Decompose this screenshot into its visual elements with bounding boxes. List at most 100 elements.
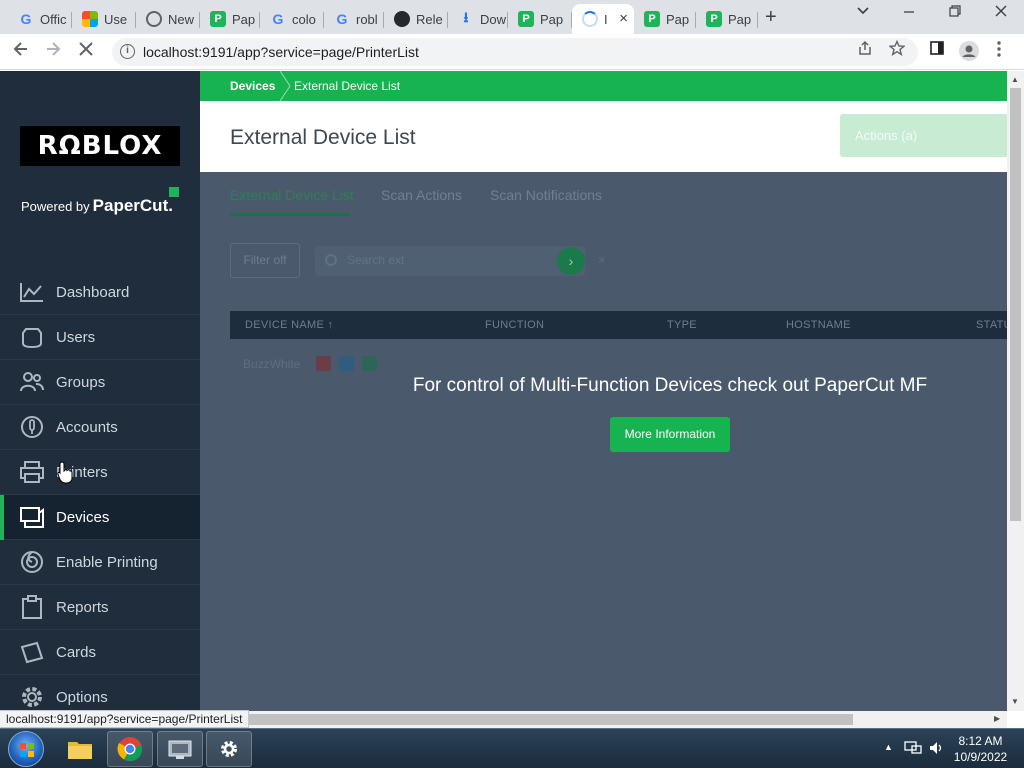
browser-tab-label: Dow — [480, 11, 507, 27]
browser-tab-label: Use — [104, 11, 128, 27]
forward-button[interactable] — [44, 40, 62, 64]
papercut-icon: P — [644, 11, 660, 27]
scroll-up-icon[interactable]: ▲ — [1011, 75, 1019, 84]
browser-tab[interactable]: Gcolo — [260, 4, 324, 34]
browser-tab[interactable]: P Pap — [508, 4, 572, 34]
back-button[interactable] — [12, 40, 30, 64]
browser-tab[interactable]: Rele — [384, 4, 448, 34]
powered-by-label: Powered by — [21, 199, 90, 214]
chrome-taskbar-icon[interactable] — [107, 731, 153, 767]
address-bar[interactable]: i localhost:9191/app?service=page/Printe… — [112, 38, 918, 66]
group-icon — [18, 368, 46, 396]
search-icon — [325, 254, 337, 266]
github-icon — [394, 11, 410, 27]
sidebar-item-label: Enable Printing — [56, 553, 158, 571]
close-tab-icon[interactable]: × — [619, 10, 628, 27]
browser-tab[interactable]: ⭳ Dow — [448, 4, 508, 34]
column-function[interactable]: FUNCTION — [485, 319, 544, 331]
sidebar: RΩBLOX Powered by PaperCut. Dashboard User… — [0, 71, 200, 711]
sidebar-item-cards[interactable]: Cards — [0, 630, 200, 675]
device-name-cell[interactable]: BuzzWhite — [243, 357, 300, 371]
document-icon — [339, 356, 354, 371]
close-window-button[interactable] — [994, 4, 1008, 23]
page-header: External Device List Actions (a) — [200, 101, 1007, 172]
system-clock[interactable]: 8:12 AM 10/9/2022 — [948, 733, 1013, 765]
chrome-menu-icon[interactable] — [996, 40, 1002, 64]
browser-tab-label: Pap — [666, 11, 690, 27]
volume-icon[interactable] — [928, 740, 944, 759]
file-explorer-icon[interactable] — [57, 731, 103, 767]
more-information-button[interactable]: More Information — [610, 417, 730, 452]
browser-tab[interactable]: P Pap — [634, 4, 696, 34]
browser-tab-label: New — [168, 11, 195, 27]
browser-tab[interactable]: New — [136, 4, 200, 34]
sidebar-item-groups[interactable]: Groups — [0, 360, 200, 405]
powered-by-papercut: Powered by PaperCut. — [21, 196, 173, 216]
sidebar-item-options[interactable]: Options — [0, 675, 200, 711]
chart-line-icon — [18, 278, 46, 306]
breadcrumb-separator-icon — [279, 71, 291, 101]
sidebar-item-reports[interactable]: Reports — [0, 585, 200, 630]
vertical-scroll-thumb[interactable] — [1010, 88, 1021, 521]
loading-icon — [582, 11, 598, 27]
sidebar-item-accounts[interactable]: Accounts — [0, 405, 200, 450]
upgrade-promo-text: For control of Multi-Function Devices ch… — [412, 375, 928, 396]
stop-loading-button[interactable] — [77, 40, 95, 64]
browser-tab-label: Pap — [728, 11, 752, 27]
sidebar-item-users[interactable]: Users — [0, 315, 200, 360]
sidebar-item-label: Dashboard — [56, 283, 130, 301]
share-icon[interactable] — [857, 40, 873, 62]
show-hidden-icons[interactable]: ▲ — [884, 742, 893, 752]
device-icon — [18, 503, 46, 531]
browser-tab-label: Rele — [416, 11, 443, 27]
actions-button[interactable]: Actions (a) — [840, 114, 1007, 157]
user-icon — [18, 323, 46, 351]
mouse-pointer-icon — [57, 461, 73, 484]
sidebar-item-label: Reports — [56, 598, 109, 616]
bookmark-star-icon[interactable] — [888, 39, 906, 62]
site-info-icon[interactable]: i — [120, 44, 135, 59]
network-icon[interactable] — [904, 740, 922, 759]
sidebar-item-printers[interactable]: Printers — [0, 450, 200, 495]
papercut-taskbar-icon[interactable] — [157, 731, 203, 767]
search-input[interactable] — [347, 253, 547, 267]
profile-avatar[interactable] — [958, 40, 980, 68]
sidebar-item-devices[interactable]: Devices — [0, 495, 200, 540]
filter-toggle-button[interactable]: Filter off — [230, 243, 300, 278]
browser-tab[interactable]: Grobl — [324, 4, 384, 34]
column-type[interactable]: TYPE — [667, 319, 697, 331]
breadcrumb-devices-link[interactable]: Devices — [230, 79, 275, 93]
sidebar-item-dashboard[interactable]: Dashboard — [0, 270, 200, 315]
browser-tab[interactable]: I × — [572, 4, 634, 34]
column-device-name[interactable]: DEVICE NAME ↑ — [245, 319, 333, 331]
sidebar-item-label: Accounts — [56, 418, 118, 436]
browser-tab[interactable]: P Pap — [696, 4, 758, 34]
column-hostname[interactable]: HOSTNAME — [786, 319, 851, 331]
settings-gear-icon[interactable] — [206, 731, 252, 767]
side-panel-icon[interactable] — [929, 40, 945, 62]
tab-scan-actions[interactable]: Scan Actions — [381, 187, 462, 203]
windows-taskbar: ▲ 8:12 AM 10/9/2022 — [0, 728, 1024, 768]
search-go-button[interactable]: › — [557, 247, 585, 275]
scroll-down-icon[interactable]: ▼ — [1011, 697, 1019, 706]
new-tab-button[interactable]: + — [765, 6, 777, 29]
minimize-button[interactable] — [902, 4, 916, 23]
tab-external-device-list[interactable]: External Device List — [230, 187, 354, 203]
vertical-scrollbar[interactable]: ▲ ▼ — [1007, 71, 1024, 711]
tab-scan-notifications[interactable]: Scan Notifications — [490, 187, 602, 203]
link-status-bubble: localhost:9191/app?service=page/PrinterL… — [0, 710, 250, 728]
scroll-right-icon[interactable]: ▶ — [994, 714, 1000, 723]
papercut-icon: P — [518, 11, 534, 27]
url-text[interactable]: localhost:9191/app?service=page/PrinterL… — [143, 44, 419, 60]
start-button[interactable] — [8, 731, 44, 767]
sidebar-item-enable-printing[interactable]: Enable Printing — [0, 540, 200, 585]
tab-search-icon[interactable] — [856, 4, 870, 23]
browser-tab-label: colo — [292, 11, 316, 27]
browser-tab[interactable]: Use — [72, 4, 136, 34]
restore-button[interactable] — [948, 4, 962, 23]
clear-search-icon[interactable]: × — [598, 252, 606, 267]
column-status[interactable]: STATU — [976, 319, 1007, 331]
browser-tab[interactable]: P Pap — [200, 4, 260, 34]
browser-tab[interactable]: G Offic — [8, 4, 72, 34]
google-icon: G — [272, 11, 284, 27]
